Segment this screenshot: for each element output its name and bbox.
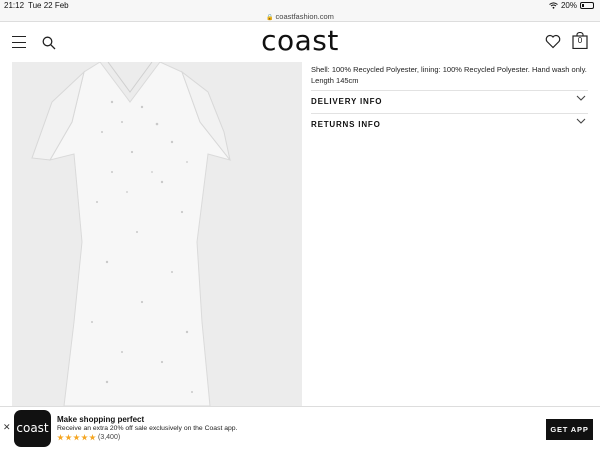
heart-icon[interactable]: [545, 34, 561, 49]
rating-stars: [57, 434, 96, 441]
banner-subtitle: Receive an extra 20% off sale exclusivel…: [57, 425, 238, 432]
rating-count: (3,400): [98, 434, 121, 441]
battery-icon: [580, 2, 594, 9]
lock-icon: 🔒: [266, 15, 274, 21]
wifi-icon: [549, 2, 558, 9]
url-bar[interactable]: 🔒 coastfashion.com: [0, 12, 600, 22]
star-icon: [57, 434, 64, 441]
dress-image: [12, 62, 302, 406]
app-rating: (3,400): [57, 434, 120, 441]
battery-percent: 20%: [560, 1, 577, 10]
status-date: Tue 22 Feb: [28, 1, 69, 10]
app-icon: coast: [14, 410, 51, 447]
url-text: coastfashion.com: [275, 12, 334, 21]
accordion-label: RETURNS INFO: [311, 120, 381, 129]
close-icon[interactable]: ✕: [3, 422, 11, 433]
banner-title: Make shopping perfect: [57, 415, 145, 424]
chevron-down-icon: [576, 95, 586, 101]
status-bar: 21:12 Tue 22 Feb 20%: [0, 0, 600, 12]
product-image[interactable]: [12, 62, 302, 406]
battery-fill: [582, 4, 584, 7]
app-download-banner: ✕ coast Make shopping perfect Receive an…: [0, 406, 600, 450]
site-logo[interactable]: coast: [0, 24, 600, 57]
bag-count: 0: [577, 36, 583, 45]
accordion-label: DELIVERY INFO: [311, 97, 383, 106]
returns-info-accordion[interactable]: RETURNS INFO: [311, 113, 588, 136]
star-icon: [73, 434, 80, 441]
star-icon: [89, 434, 96, 441]
chevron-down-icon: [576, 118, 586, 124]
star-icon: [81, 434, 88, 441]
product-description: Shell: 100% Recycled Polyester, lining: …: [311, 65, 587, 85]
site-header: coast 0: [0, 22, 600, 62]
star-icon: [65, 434, 72, 441]
status-time: 21:12: [4, 1, 25, 10]
delivery-info-accordion[interactable]: DELIVERY INFO: [311, 90, 588, 113]
status-right: 20%: [549, 1, 594, 10]
bag-icon[interactable]: 0: [572, 32, 588, 49]
get-app-button[interactable]: GET APP: [546, 419, 593, 440]
